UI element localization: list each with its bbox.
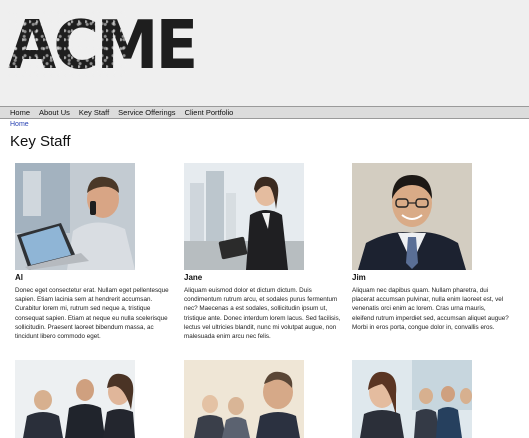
site-header: ACME: [0, 0, 529, 106]
nav-item-home[interactable]: Home: [10, 107, 30, 118]
nav-item-service-offerings[interactable]: Service Offerings: [118, 107, 175, 118]
staff-bio-jim: Aliquam nec dapibus quam. Nullam pharetr…: [352, 287, 509, 331]
staff-name-jim: Jim: [352, 273, 366, 282]
staff-photo-row2-3: [352, 360, 472, 438]
office-team-photo-image: [352, 360, 472, 438]
nav-item-about-us[interactable]: About Us: [39, 107, 70, 118]
nav-item-key-staff[interactable]: Key Staff: [79, 107, 109, 118]
team-photo-image: [15, 360, 135, 438]
staff-bio-jane: Aliquam euismod dolor et dictum dictum. …: [184, 287, 341, 341]
staff-photo-row2-2: [184, 360, 304, 438]
nav-item-client-portfolio[interactable]: Client Portfolio: [185, 107, 234, 118]
staff-photo-jim: [352, 163, 472, 270]
businessman-portrait-image: [352, 163, 472, 270]
main-nav: Home About Us Key Staff Service Offering…: [0, 106, 529, 119]
staff-name-jane: Jane: [184, 273, 203, 282]
staff-bio-al: Donec eget consectetur erat. Nullam eget…: [15, 287, 169, 341]
staff-photo-al: [15, 163, 135, 270]
page-title: Key Staff: [10, 133, 71, 150]
breadcrumb-home[interactable]: Home: [10, 121, 29, 128]
acme-logo[interactable]: ACME: [8, 7, 198, 83]
staff-photo-row2-1: [15, 360, 135, 438]
businesswoman-tablet-image: [184, 163, 304, 270]
staff-name-al: Al: [15, 273, 23, 282]
businessman-laptop-image: [15, 163, 135, 270]
staff-photo-jane: [184, 163, 304, 270]
meeting-photo-image: [184, 360, 304, 438]
